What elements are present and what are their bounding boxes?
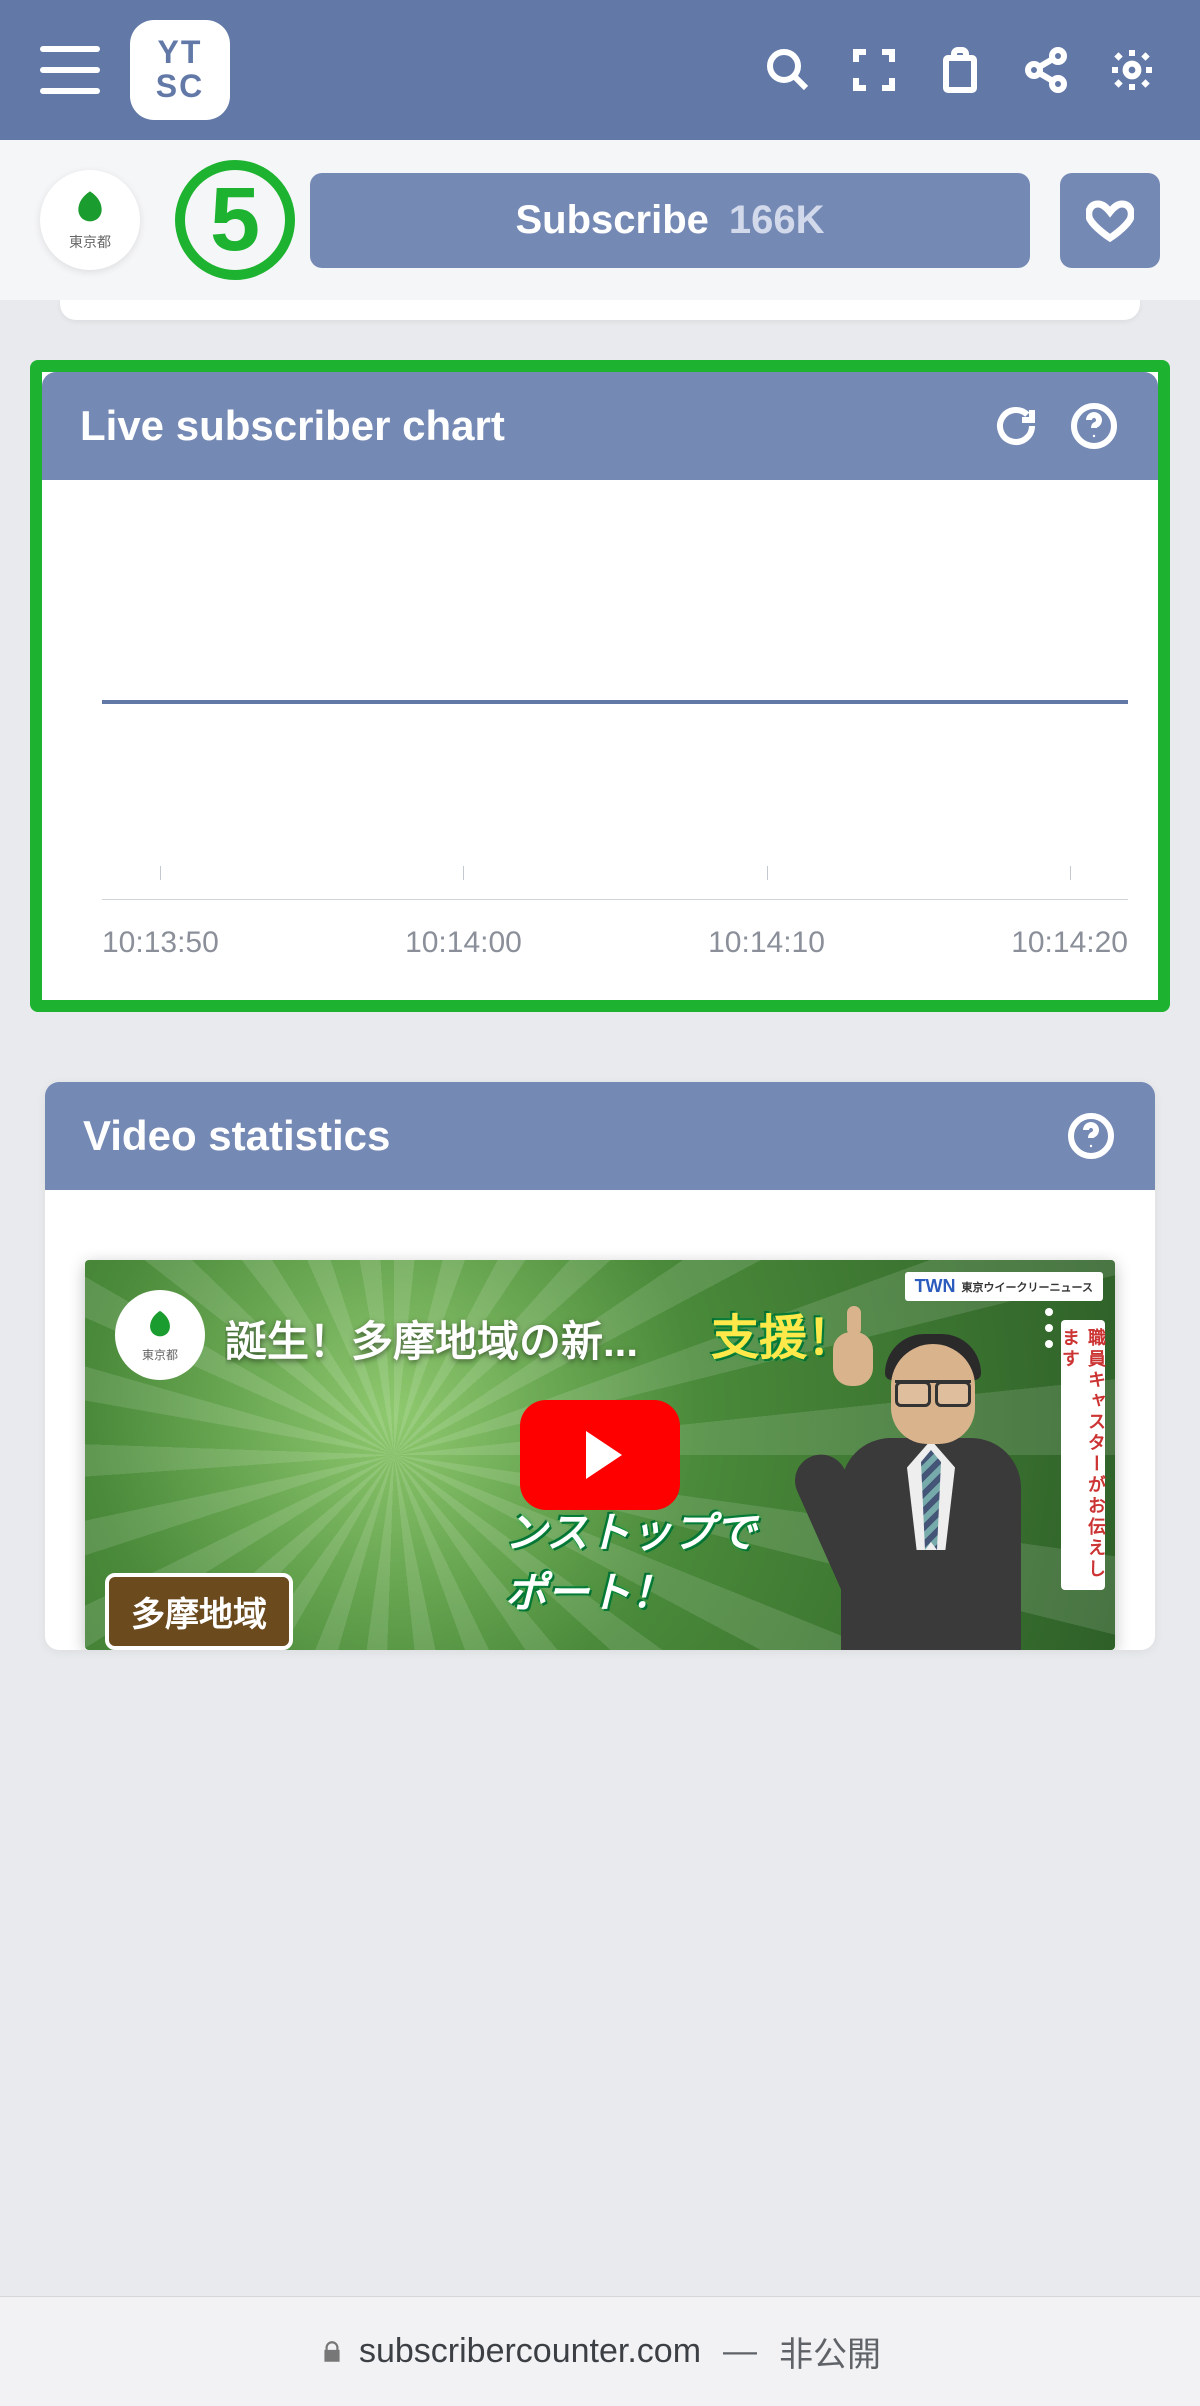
favorite-button[interactable] — [1060, 173, 1160, 268]
chart-x-axis — [102, 899, 1128, 900]
channel-bar: 東京都 5 Subscribe 166K — [0, 140, 1200, 300]
previous-card-edge — [60, 300, 1140, 320]
card-title: Video statistics — [83, 1112, 1039, 1160]
x-tick: 10:13:50 — [102, 926, 219, 960]
heart-icon — [1086, 196, 1134, 244]
x-tick: 10:14:10 — [708, 926, 825, 960]
video-embed-area: TWN東京ウイークリーニュース 職員キャスターがお伝えします 支援！ 東京都 誕… — [45, 1190, 1155, 1650]
search-icon[interactable] — [760, 42, 816, 98]
app-header: YT SC — [0, 0, 1200, 140]
card-header: Video statistics — [45, 1082, 1155, 1190]
subscribe-label: Subscribe — [515, 198, 708, 243]
gear-icon[interactable] — [1104, 42, 1160, 98]
thumbnail-text: ポート！ — [505, 1559, 673, 1620]
subscribe-count: 166K — [729, 198, 825, 243]
menu-icon[interactable] — [40, 46, 100, 94]
video-statistics-card: Video statistics TWN東京ウイークリーニュース 職員キャスター… — [45, 1082, 1155, 1650]
video-thumbnail[interactable]: TWN東京ウイークリーニュース 職員キャスターがお伝えします 支援！ 東京都 誕… — [85, 1260, 1115, 1650]
share-icon[interactable] — [1018, 42, 1074, 98]
avatar-label: 東京都 — [142, 1346, 178, 1363]
app-logo[interactable]: YT SC — [130, 20, 230, 120]
channel-avatar[interactable]: 東京都 — [40, 170, 140, 270]
x-tick: 10:14:20 — [1011, 926, 1128, 960]
leaf-icon — [143, 1308, 177, 1342]
video-menu-icon[interactable] — [1045, 1308, 1053, 1348]
url-separator: — — [723, 2332, 757, 2371]
x-tick: 10:14:00 — [405, 926, 522, 960]
annotation-step-5: 5 — [175, 160, 295, 280]
annotation-highlight-box: Live subscriber chart 10:13:50 10:14:00 … — [30, 360, 1170, 1012]
chart-series-line — [102, 700, 1128, 704]
card-title: Live subscriber chart — [80, 402, 964, 450]
chart-area: 10:13:50 10:14:00 10:14:10 10:14:20 — [42, 480, 1158, 1000]
card-header: Live subscriber chart — [42, 372, 1158, 480]
presenter-figure — [811, 1330, 1051, 1650]
play-button[interactable] — [520, 1400, 680, 1510]
fullscreen-icon[interactable] — [846, 42, 902, 98]
subscribe-button[interactable]: Subscribe 166K — [310, 173, 1030, 268]
url-domain: subscribercounter.com — [359, 2332, 701, 2371]
avatar-label: 東京都 — [69, 232, 111, 252]
leaf-icon — [70, 188, 110, 228]
refresh-icon[interactable] — [990, 400, 1042, 452]
thumbnail-text: ンストップで — [505, 1499, 756, 1560]
clipboard-icon[interactable] — [932, 42, 988, 98]
help-icon[interactable] — [1068, 400, 1120, 452]
twn-badge: TWN東京ウイークリーニュース — [905, 1272, 1103, 1301]
browser-url-bar[interactable]: subscribercounter.com — 非公開 — [0, 2296, 1200, 2406]
lock-icon — [319, 2339, 345, 2365]
url-privacy-label: 非公開 — [779, 2327, 881, 2376]
thumbnail-bottom-banner: 多摩地域 — [105, 1573, 293, 1650]
live-subscriber-chart-card: Live subscriber chart 10:13:50 10:14:00 … — [42, 372, 1158, 1000]
video-channel-avatar[interactable]: 東京都 — [115, 1290, 205, 1380]
video-title: 誕生！多摩地域の新... — [225, 1308, 1025, 1369]
thumbnail-right-caption: 職員キャスターがお伝えします — [1061, 1320, 1105, 1590]
chart-x-ticks: 10:13:50 10:14:00 10:14:10 10:14:20 — [102, 926, 1128, 960]
help-icon[interactable] — [1065, 1110, 1117, 1162]
